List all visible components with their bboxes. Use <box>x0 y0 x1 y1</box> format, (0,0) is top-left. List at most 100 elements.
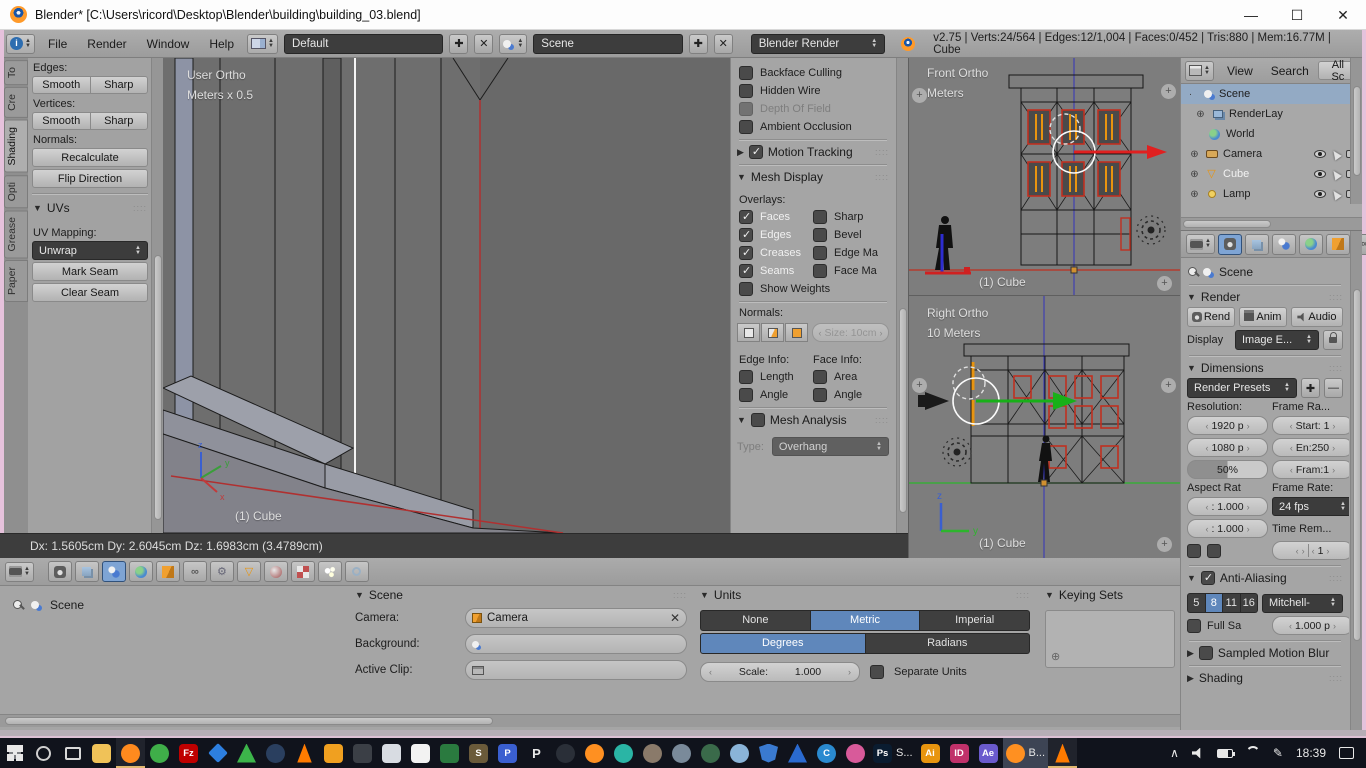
screen-layout-field[interactable]: Default <box>284 34 443 54</box>
taskbar-keepass-icon[interactable] <box>319 738 348 768</box>
sampled-motion-blur-panel-header[interactable]: ▶ Sampled Motion Blur <box>1187 646 1343 660</box>
open-properties-button[interactable]: + <box>1161 84 1176 99</box>
taskbar-blender-icon[interactable] <box>580 738 609 768</box>
tool-shelf-scrollbar[interactable] <box>151 58 163 533</box>
expand-icon[interactable]: ⊕ <box>1189 189 1200 200</box>
aspect-y-field[interactable]: ‹: 1.000› <box>1187 519 1268 538</box>
pin-icon[interactable] <box>12 599 24 611</box>
edge-angle-checkbox[interactable] <box>739 388 753 402</box>
delete-scene-button[interactable]: ✕ <box>714 34 733 54</box>
outliner-item-cube[interactable]: ⊕ ▽ Cube <box>1181 164 1362 184</box>
dimensions-panel-header[interactable]: ▼ Dimensions :::: <box>1187 361 1343 375</box>
taskbar-file-explorer-icon[interactable] <box>87 738 116 768</box>
camera-field[interactable]: Camera ✕ <box>465 608 687 628</box>
depth-of-field-checkbox[interactable] <box>739 102 753 116</box>
shading-panel-header[interactable]: ▶ Shading :::: <box>1187 671 1343 685</box>
pen-icon[interactable]: ✎ <box>1273 746 1283 760</box>
frame-rate-dropdown[interactable]: 24 fps▲▼ <box>1272 497 1349 516</box>
active-clip-field[interactable] <box>465 660 687 680</box>
front-ortho-viewport[interactable]: Front Ortho Meters (1) Cube + + + <box>908 58 1180 295</box>
selectable-cursor-icon[interactable] <box>1330 188 1342 200</box>
main-viewport-canvas[interactable]: z y x <box>163 58 730 533</box>
screen-layout-icon-button[interactable]: ▲▼ <box>247 34 278 54</box>
outliner-item-camera[interactable]: ⊕ Camera <box>1181 144 1362 164</box>
tab-render[interactable] <box>48 561 72 582</box>
taskbar-gimp-icon[interactable] <box>638 738 667 768</box>
open-toolshelf-button[interactable]: + <box>912 378 927 393</box>
animation-button[interactable]: Anim <box>1239 307 1287 327</box>
tab-object[interactable] <box>156 561 180 582</box>
remove-preset-button[interactable]: — <box>1324 378 1343 398</box>
anti-aliasing-checkbox[interactable] <box>1201 571 1215 585</box>
analysis-type-dropdown[interactable]: Overhang ▲▼ <box>772 437 889 456</box>
taskbar-gimp-2-icon[interactable] <box>667 738 696 768</box>
tab-shading[interactable]: Shading <box>4 120 28 173</box>
taskbar-notepad-icon[interactable] <box>377 738 406 768</box>
tab-constraints[interactable]: ∞ <box>183 561 207 582</box>
clear-x-icon[interactable]: ✕ <box>670 611 680 625</box>
display-mode-dropdown[interactable]: Image E... ▲▼ <box>1235 330 1319 350</box>
taskbar-indesign-icon[interactable]: ID <box>945 738 974 768</box>
taskbar-inkscape-icon[interactable] <box>696 738 725 768</box>
seams-checkbox[interactable] <box>739 264 753 278</box>
aa-samples-8-button[interactable]: 8 <box>1206 593 1224 613</box>
crop-checkbox[interactable] <box>1207 544 1221 558</box>
unit-scale-field[interactable]: ‹ Scale: 1.000 › <box>700 662 860 682</box>
outliner-item-lamp[interactable]: ⊕ Lamp <box>1181 184 1362 204</box>
aa-samples-5-button[interactable]: 5 <box>1187 593 1206 613</box>
pin-icon[interactable] <box>1187 266 1199 278</box>
show-weights-checkbox[interactable] <box>739 282 753 296</box>
panel-grip-icon[interactable]: :::: <box>875 147 889 157</box>
add-scene-button[interactable]: ✚ <box>689 34 708 54</box>
taskbar-ccleaner-icon[interactable]: C <box>812 738 841 768</box>
face-area-checkbox[interactable] <box>813 370 827 384</box>
taskbar-dropbox-icon[interactable] <box>203 738 232 768</box>
outliner-item-scene[interactable]: · Scene <box>1181 84 1362 104</box>
panel-grip-icon[interactable]: :::: <box>1329 292 1343 302</box>
keying-sets-list[interactable]: ⊕ <box>1045 610 1175 668</box>
taskbar-document-icon[interactable] <box>406 738 435 768</box>
audio-button[interactable]: Audio <box>1291 307 1343 327</box>
taskbar-blue-p-app-icon[interactable]: P <box>493 738 522 768</box>
tab-physics[interactable] <box>345 561 369 582</box>
editor-type-button[interactable]: ▲▼ <box>1185 61 1214 81</box>
aa-filter-dropdown[interactable]: Mitchell-▲▼ <box>1262 594 1343 613</box>
lock-interface-button[interactable] <box>1323 330 1343 350</box>
face-normals-toggle[interactable] <box>785 323 808 342</box>
expand-icon[interactable]: ⊕ <box>1189 149 1200 160</box>
units-none-button[interactable]: None <box>700 610 811 631</box>
face-angle-checkbox[interactable] <box>813 388 827 402</box>
editor-type-button[interactable]: ▲▼ <box>5 562 34 582</box>
tab-tools[interactable]: To <box>4 60 28 85</box>
volume-icon[interactable] <box>1192 748 1204 759</box>
expand-icon[interactable]: ⊕ <box>1195 109 1206 120</box>
background-scene-field[interactable] <box>465 634 687 654</box>
edges-checkbox[interactable] <box>739 228 753 242</box>
editor-type-button[interactable]: i ▲▼ <box>6 34 35 54</box>
clear-seam-button[interactable]: Clear Seam <box>32 283 148 302</box>
maximize-button[interactable]: ☐ <box>1274 0 1320 30</box>
faces-checkbox[interactable] <box>739 210 753 224</box>
taskbar-p-app-icon[interactable]: P <box>522 738 551 768</box>
units-panel-header[interactable]: ▼ Units :::: <box>700 588 1030 602</box>
arrow-left-icon[interactable]: ‹ <box>709 667 712 677</box>
arrow-right-icon[interactable]: › <box>879 328 882 338</box>
render-presets-dropdown[interactable]: Render Presets ▲▼ <box>1187 378 1297 398</box>
mesh-analysis-panel-header[interactable]: ▼ Mesh Analysis :::: <box>737 413 889 427</box>
vertices-sharp-button[interactable]: Sharp <box>90 112 149 130</box>
panel-grip-icon[interactable]: :::: <box>1329 673 1343 683</box>
edge-length-checkbox[interactable] <box>739 370 753 384</box>
tab-scene[interactable] <box>102 561 126 582</box>
outliner-hscrollbar[interactable] <box>1181 217 1362 230</box>
open-properties-button[interactable]: + <box>1161 378 1176 393</box>
bottom-editor-hscrollbar[interactable] <box>0 714 1180 727</box>
vertex-normals-toggle[interactable] <box>737 323 760 342</box>
tab-texture[interactable] <box>291 561 315 582</box>
mark-seam-button[interactable]: Mark Seam <box>32 262 148 281</box>
open-toolshelf-button[interactable]: + <box>912 88 927 103</box>
hidden-wire-checkbox[interactable] <box>739 84 753 98</box>
tab-render-layers[interactable] <box>75 561 99 582</box>
open-panel-button[interactable]: + <box>1157 276 1172 291</box>
menu-file[interactable]: File <box>41 37 74 51</box>
render-button[interactable]: Rend <box>1187 307 1235 327</box>
